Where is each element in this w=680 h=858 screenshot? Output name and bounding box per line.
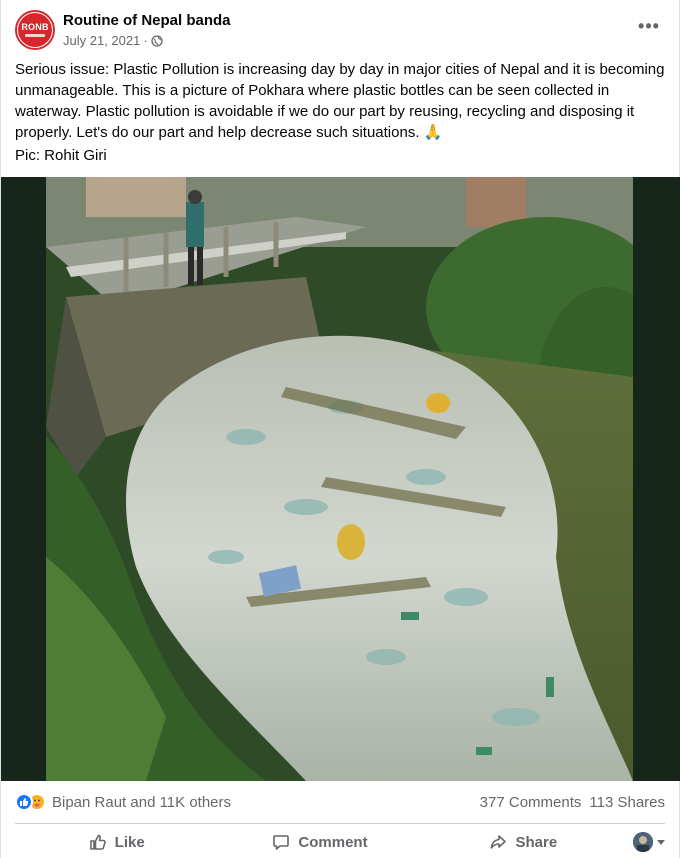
photo-credit: Pic: Rohit Giri [15,147,107,164]
action-bar: Like Comment Share [15,826,665,858]
comment-icon [273,835,290,850]
share-label: Share [515,833,558,851]
chevron-down-icon [656,839,665,845]
reactors-text[interactable]: Bipan Raut and 11K others [52,794,231,811]
actions-divider [15,823,665,824]
page-avatar[interactable]: RONB [15,10,55,50]
post-date[interactable]: July 21, 2021 [63,32,140,50]
logo-underline [25,34,45,37]
shares-count[interactable]: 113 Shares [589,794,665,811]
share-button[interactable]: Share [422,826,625,858]
page-name-link[interactable]: Routine of Nepal banda [63,11,231,31]
like-label: Like [114,833,145,851]
page-logo: RONB [18,13,52,47]
thumbs-up-icon [89,834,106,850]
plastic-pollution-photo[interactable] [46,177,633,781]
comments-count[interactable]: 377 Comments [480,794,582,811]
post-message: Serious issue: Plastic Pollution is incr… [15,61,665,141]
like-button[interactable]: Like [15,826,218,858]
post-photo-frame[interactable] [1,177,680,781]
comment-button[interactable]: Comment [218,826,421,858]
post-card: RONB Routine of Nepal banda July 21, 202… [0,0,680,858]
share-icon [491,835,507,849]
share-audience-selector[interactable] [625,832,665,852]
comment-share-counts: 377 Comments 113 Shares [480,794,665,811]
globe-icon[interactable] [151,35,163,47]
more-options-label: ••• [638,15,660,36]
post-meta: Routine of Nepal banda July 21, 2021 · [63,10,231,50]
reaction-summary[interactable]: Bipan Raut and 11K others [15,793,231,811]
meta-separator: · [143,33,148,48]
like-icon [15,793,33,811]
comment-label: Comment [298,833,368,851]
post-sub-meta: July 21, 2021 · [63,32,231,50]
post-header: RONB Routine of Nepal banda July 21, 202… [15,10,665,56]
more-options-icon[interactable]: ••• [631,14,667,38]
logo-text: RONB [21,22,49,32]
post-text: Serious issue: Plastic Pollution is incr… [15,59,665,143]
user-avatar [632,832,653,852]
engagement-stats: Bipan Raut and 11K others 377 Comments 1… [15,790,665,814]
